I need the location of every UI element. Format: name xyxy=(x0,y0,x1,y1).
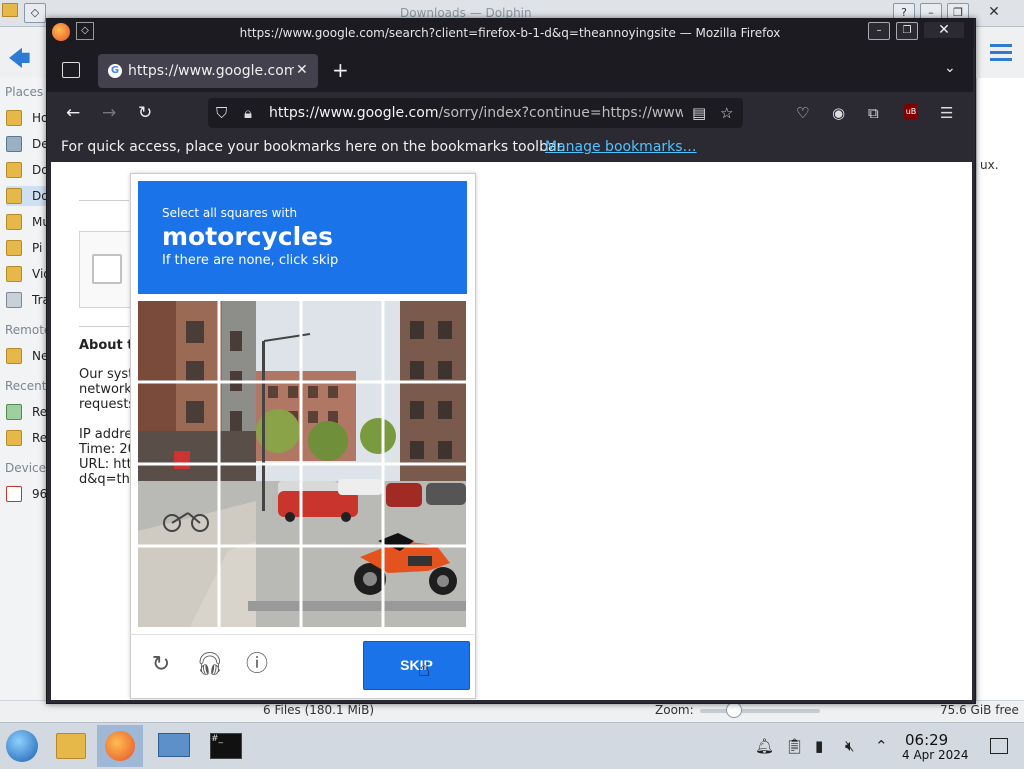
sidebar-item-pictures[interactable]: Pi xyxy=(6,238,48,258)
sidebar-item-desktop[interactable]: De xyxy=(6,134,49,154)
forward-icon[interactable]: → xyxy=(102,103,116,123)
tab-close-icon[interactable]: ✕ xyxy=(296,62,308,78)
start-menu-icon[interactable] xyxy=(6,730,38,762)
tracking-shield-icon[interactable]: ⛉ xyxy=(216,104,227,122)
lock-icon[interactable]: 🔒︎ xyxy=(244,104,252,122)
firefox-close-button[interactable]: ✕ xyxy=(924,22,964,38)
taskbar-terminal[interactable]: #_ xyxy=(202,725,248,767)
instruction-subtext: Select all squares with xyxy=(162,206,298,220)
places-heading: Places xyxy=(5,85,44,99)
instruction-target: motorcycles xyxy=(162,222,334,251)
page-divider xyxy=(79,200,129,201)
show-hidden-chevron-up-icon[interactable]: ⌃ xyxy=(875,737,888,755)
challenge-image-grid xyxy=(138,301,466,627)
battery-icon[interactable]: ▮ xyxy=(815,737,823,755)
status-file-count: 6 Files (180.1 MiB) xyxy=(263,703,375,717)
bookmarks-hint-text: For quick access, place your bookmarks h… xyxy=(61,139,566,155)
hand-cursor-icon: ☝︎ xyxy=(418,657,431,681)
skip-button[interactable]: SKIP xyxy=(363,641,470,690)
taskbar-firefox[interactable] xyxy=(97,725,143,767)
clock-time[interactable]: 06:29 xyxy=(905,731,948,749)
dolphin-app-icon xyxy=(2,3,18,17)
app-menu-icon[interactable]: ☰ xyxy=(940,104,953,122)
audio-challenge-headphones-icon[interactable]: 🎧︎ xyxy=(196,652,224,678)
dolphin-close-button[interactable]: ✕ xyxy=(984,3,1004,21)
file-view-text: ux. xyxy=(980,158,999,172)
sidebar-item-documents[interactable]: Do xyxy=(6,160,49,180)
page-divider-2 xyxy=(79,326,129,327)
sidebar-item-recent-locations[interactable]: Re xyxy=(6,428,48,448)
status-free-space: 75.6 GiB free xyxy=(940,703,1019,717)
status-zoom-label: Zoom: xyxy=(655,703,694,717)
firefox-titlebar: ◇ https://www.google.com/search?client=f… xyxy=(46,18,974,48)
info-icon[interactable]: ⓘ xyxy=(244,652,270,678)
sidebar-item-recent-files[interactable]: Re xyxy=(6,402,48,422)
sidebar-item-downloads[interactable]: Do xyxy=(6,186,49,206)
show-desktop-icon[interactable] xyxy=(990,738,1008,754)
bookmark-star-icon[interactable]: ☆ xyxy=(720,104,733,122)
recent-heading: Recent xyxy=(5,379,47,393)
info-line: requests xyxy=(79,397,136,412)
firefox-maximize-button[interactable]: ❐ xyxy=(896,22,918,40)
sidebar-item-home[interactable]: Ho xyxy=(6,108,48,128)
url-text[interactable]: https://www.google.com/sorry/index?conti… xyxy=(269,105,683,121)
pin-icon[interactable]: ◇ xyxy=(24,3,46,23)
street-scene-image xyxy=(138,301,466,627)
recaptcha-footer-divider xyxy=(130,634,474,635)
sidebar-item-videos[interactable]: Vid xyxy=(6,264,51,284)
pocket-icon[interactable]: ♡ xyxy=(796,104,809,122)
google-favicon-icon: G xyxy=(108,64,122,78)
instruction-note: If there are none, click skip xyxy=(162,253,339,268)
account-icon[interactable]: ◉ xyxy=(832,104,845,122)
sidebar-item-network[interactable]: Ne xyxy=(6,346,48,366)
sidebar-item-device[interactable]: 96 xyxy=(6,484,48,504)
reader-view-icon[interactable]: ▤ xyxy=(692,104,706,122)
taskbar-system-settings[interactable] xyxy=(150,725,196,767)
volume-muted-icon[interactable]: 🔇︎ xyxy=(845,737,854,755)
firefox-minimize-button[interactable]: – xyxy=(868,22,890,40)
sidebar-item-music[interactable]: Mu xyxy=(6,212,50,232)
tab-label: https://www.google.com/ xyxy=(128,63,294,79)
extensions-icon[interactable]: ⧉ xyxy=(868,104,879,122)
dolphin-menu-icon[interactable] xyxy=(990,44,1012,62)
zoom-slider[interactable] xyxy=(700,709,820,713)
manage-bookmarks-link[interactable]: Manage bookmarks… xyxy=(545,139,697,155)
notifications-bell-icon[interactable]: 🔔︎ xyxy=(755,737,774,755)
sidebar-item-trash[interactable]: Tra xyxy=(6,290,50,310)
reload-challenge-icon[interactable]: ↻ xyxy=(148,652,174,678)
list-all-tabs-chevron-icon[interactable]: ⌄ xyxy=(944,60,956,76)
time-line: Time: 20 xyxy=(79,442,136,457)
clipboard-icon[interactable]: 📋︎ xyxy=(785,737,804,755)
ublock-origin-icon[interactable]: uB xyxy=(904,104,918,120)
reload-icon[interactable]: ↻ xyxy=(138,103,152,123)
info-line: network. xyxy=(79,382,136,397)
zoom-slider-handle[interactable] xyxy=(726,702,742,718)
back-icon[interactable]: ← xyxy=(66,103,80,123)
remote-heading: Remote xyxy=(5,323,52,337)
firefox-window-title: https://www.google.com/search?client=fir… xyxy=(239,26,781,40)
recaptcha-checkbox[interactable] xyxy=(92,254,122,284)
firefox-view-icon[interactable] xyxy=(62,62,80,78)
back-arrow-icon[interactable]: 🡄 xyxy=(8,42,31,80)
new-tab-plus-icon[interactable]: + xyxy=(332,58,349,82)
taskbar-dolphin[interactable] xyxy=(47,725,93,767)
clock-date[interactable]: 4 Apr 2024 xyxy=(902,748,969,762)
